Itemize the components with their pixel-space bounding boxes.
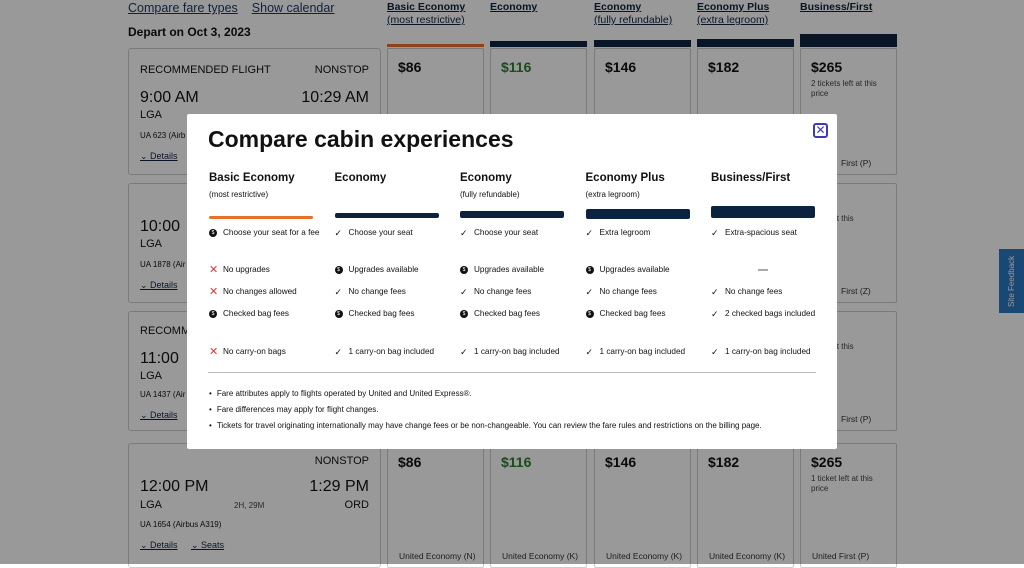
fee-icon: $ xyxy=(460,266,468,274)
feature-item: ✕ No carry-on bags xyxy=(209,346,286,358)
cabin-color-bar xyxy=(460,211,564,218)
feature-item: ✓ No change fees xyxy=(460,284,572,300)
feature-item: ✓ 1 carry-on bag included xyxy=(335,344,447,360)
x-icon: ✕ xyxy=(209,264,219,276)
feature-item: $ Checked bag fees xyxy=(334,306,447,322)
compare-cabins-modal: Compare cabin experiences ✕ Basic Econom… xyxy=(187,114,837,449)
feature-item: $ Checked bag fees xyxy=(209,306,321,322)
feature-item: ✓ 1 carry-on bag included xyxy=(586,344,698,360)
dash-icon xyxy=(758,269,768,271)
close-icon[interactable]: ✕ xyxy=(813,123,828,138)
feature-item: $ Checked bag fees xyxy=(460,306,572,322)
feature-item: ✓ No change fees xyxy=(335,284,447,300)
feature-item: ✕ No upgrades xyxy=(209,264,270,276)
check-icon: ✓ xyxy=(585,347,594,357)
check-icon: ✓ xyxy=(460,347,468,357)
feature-item: ✓ No change fees xyxy=(711,284,823,300)
note: Fare attributes apply to flights operate… xyxy=(209,386,762,402)
cabin-column: Basic Economy (most restrictive) $ Choose y… xyxy=(209,172,320,358)
cabin-color-bar xyxy=(711,206,815,218)
feature-item: ✓ 2 checked bags included xyxy=(711,306,823,322)
note: Fare differences may apply for flight ch… xyxy=(209,402,762,418)
feature-item: $ Upgrades available xyxy=(585,262,698,278)
fee-icon: $ xyxy=(460,310,468,318)
cabin-color-bar xyxy=(585,209,690,219)
feature-item: ✓ No change fees xyxy=(586,284,698,300)
check-icon: ✓ xyxy=(334,287,343,297)
cabin-column: Economy ✓ Choose your seat $ Upgrades availa… xyxy=(334,172,439,357)
note: Tickets for travel originating internati… xyxy=(209,418,762,434)
cabin-color-bar xyxy=(209,216,313,219)
feature-item: ✓ 1 carry-on bag included xyxy=(711,344,823,360)
divider xyxy=(208,372,816,373)
feature-item: $ Upgrades available xyxy=(334,262,447,278)
x-icon: ✕ xyxy=(209,286,219,298)
check-icon: ✓ xyxy=(334,347,343,357)
check-icon: ✓ xyxy=(711,309,719,319)
cabin-column: Economy Plus (extra legroom) ✓ Extra legroo… xyxy=(585,172,690,357)
cabin-column: Economy (fully refundable) ✓ Choose your se… xyxy=(460,172,564,357)
feature-item: ✓ Choose your seat xyxy=(335,225,447,241)
feature-item: ✓ 1 carry-on bag included xyxy=(460,344,572,360)
cabin-column: Business/First ✓ Extra-spacious seat ✓ No ch… xyxy=(711,172,815,357)
check-icon: ✓ xyxy=(585,287,594,297)
feature-item: ✓ Extra-spacious seat xyxy=(711,225,823,241)
feature-item: $ Choose your seat for a fee xyxy=(209,225,321,241)
feature-item: $ Upgrades available xyxy=(460,262,572,278)
feature-item xyxy=(711,262,823,271)
check-icon: ✓ xyxy=(711,347,719,357)
feature-item: ✓ Choose your seat xyxy=(460,225,572,241)
feature-item: ✓ Extra legroom xyxy=(586,225,698,241)
fee-icon: $ xyxy=(334,266,343,274)
notes-list: Fare attributes apply to flights operate… xyxy=(209,386,762,434)
fee-icon: $ xyxy=(585,266,594,274)
fee-icon: $ xyxy=(209,229,217,237)
feature-item: $ Checked bag fees xyxy=(585,306,698,322)
check-icon: ✓ xyxy=(460,228,468,238)
cabin-color-bar xyxy=(334,213,439,218)
check-icon: ✓ xyxy=(334,228,343,238)
fee-icon: $ xyxy=(334,310,343,318)
feature-item: ✕ No changes allowed xyxy=(209,286,297,298)
fee-icon: $ xyxy=(585,310,594,318)
modal-title: Compare cabin experiences xyxy=(208,126,514,152)
check-icon: ✓ xyxy=(460,287,468,297)
fee-icon: $ xyxy=(209,310,217,318)
check-icon: ✓ xyxy=(711,228,719,238)
x-icon: ✕ xyxy=(209,346,219,358)
check-icon: ✓ xyxy=(585,228,594,238)
check-icon: ✓ xyxy=(711,287,719,297)
